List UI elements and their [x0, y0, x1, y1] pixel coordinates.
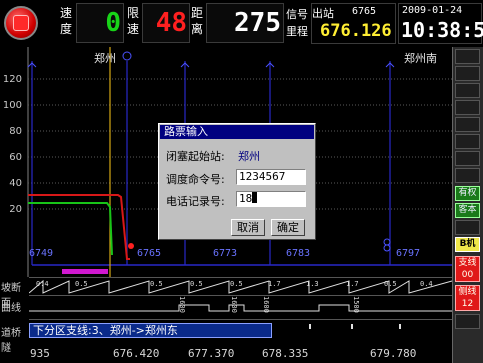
- text-cursor: [252, 192, 258, 203]
- grade-value: 1.3: [306, 280, 319, 288]
- grade-value: 0.5: [384, 280, 397, 288]
- speed-panel: 0: [76, 3, 124, 43]
- curve-radius: 1500: [352, 296, 360, 313]
- sidebar-button[interactable]: [455, 66, 480, 81]
- curve-radius: 1600: [178, 296, 186, 313]
- sidebar-button-b-machine[interactable]: B机: [455, 237, 480, 252]
- sidebar-button[interactable]: [455, 49, 480, 64]
- grade-value: 0.5: [230, 280, 243, 288]
- ok-button[interactable]: 确定: [271, 219, 305, 236]
- cancel-button[interactable]: 取消: [231, 219, 265, 236]
- sidebar-button-side-track[interactable]: 侧线 12: [455, 285, 480, 311]
- grade-value: 0.5: [75, 280, 88, 288]
- km-tick: 679.780: [370, 347, 417, 360]
- signal-arrows: [27, 62, 395, 68]
- bridge-marks: [309, 324, 401, 329]
- y-tick: 60: [9, 152, 22, 163]
- dist-label-2: 离: [190, 22, 203, 36]
- sidebar-button[interactable]: [455, 220, 480, 235]
- curve-label: 曲线: [1, 303, 21, 314]
- signal-marker-icon: [383, 238, 391, 246]
- limit-value: 48: [155, 8, 187, 38]
- station-label: 郑州南: [404, 52, 437, 65]
- km-tick: 935: [30, 347, 50, 360]
- sidebar-button[interactable]: [455, 168, 480, 183]
- curve-radius: 1600: [230, 296, 238, 313]
- signal-label: 6783: [286, 248, 311, 259]
- start-station-label: 闭塞起始站:: [166, 150, 225, 163]
- sidebar-button[interactable]: [455, 134, 480, 149]
- phone-record-value: 18: [239, 192, 253, 205]
- mileage-label: 里程: [286, 25, 308, 38]
- sidebar-button[interactable]: [455, 100, 480, 115]
- grade-value: 0.5: [190, 280, 203, 288]
- grade-value: 0.5: [150, 280, 163, 288]
- start-station-value: 郑州: [238, 150, 260, 163]
- train-position-icon: [128, 243, 134, 249]
- sidebar-button[interactable]: [455, 314, 480, 329]
- km-tick: 677.370: [188, 347, 235, 360]
- distance-panel: 275: [206, 3, 284, 43]
- signal-code: 6765: [352, 6, 377, 17]
- grade-value: 0.4: [420, 280, 433, 288]
- branch-status-bar: 下分区支线:3、郑州->郑州东: [29, 323, 272, 338]
- phone-record-label: 电话记录号:: [166, 195, 225, 208]
- dialog-title: 路票输入: [160, 125, 314, 139]
- command-number-field[interactable]: 1234567: [236, 169, 306, 185]
- grade-value: 1.7: [268, 280, 281, 288]
- sidebar-button[interactable]: [455, 117, 480, 132]
- signal-label: 信号: [286, 8, 308, 21]
- current-section-bar: [62, 269, 108, 274]
- curve-profile: [29, 304, 452, 312]
- signal-label: 6773: [213, 248, 238, 259]
- limit-label-2: 速: [126, 22, 139, 36]
- phone-record-field[interactable]: 18: [236, 191, 306, 207]
- y-tick: 80: [9, 126, 22, 137]
- y-tick: 100: [2, 100, 22, 111]
- grade-value: 1.7: [346, 280, 359, 288]
- station-status: 出站: [312, 7, 334, 20]
- speed-value: 0: [105, 8, 121, 38]
- grade-value: 0.4: [36, 280, 49, 288]
- speed-label-1: 速: [59, 6, 72, 20]
- time-value: 10:38:56: [401, 18, 483, 42]
- sidebar-button[interactable]: [455, 83, 480, 98]
- bridge-tunnel-label: 道桥隧: [1, 328, 21, 354]
- limit-label-1: 限: [126, 6, 139, 20]
- station-label: 郑州: [94, 52, 116, 65]
- y-tick: 20: [9, 204, 22, 215]
- dist-label-1: 距: [190, 6, 203, 20]
- sidebar-button-passenger[interactable]: 客本: [455, 203, 480, 218]
- y-tick: 120: [2, 74, 22, 85]
- km-tick: 676.420: [113, 347, 160, 360]
- date-value: 2009-01-24: [402, 5, 463, 16]
- signal-label: 6797: [396, 248, 421, 259]
- distance-value: 275: [234, 8, 281, 38]
- stop-icon: [13, 15, 29, 31]
- km-tick: 678.335: [262, 347, 309, 360]
- limit-panel: 48: [142, 3, 190, 43]
- curve-radius: 1600: [262, 296, 270, 313]
- sidebar-button[interactable]: [455, 151, 480, 166]
- signal-label: 6765: [137, 248, 162, 259]
- sidebar-button-branch[interactable]: 支线 00: [455, 256, 480, 282]
- sidebar-button-authorized[interactable]: 有权: [455, 186, 480, 201]
- y-tick: 40: [9, 178, 22, 189]
- command-number-label: 调度命令号:: [166, 173, 225, 186]
- mileage-value: 676.126: [320, 21, 392, 41]
- signal-label: 6749: [29, 248, 54, 259]
- speed-label-2: 度: [59, 22, 72, 36]
- station-marker-icon: [122, 51, 132, 61]
